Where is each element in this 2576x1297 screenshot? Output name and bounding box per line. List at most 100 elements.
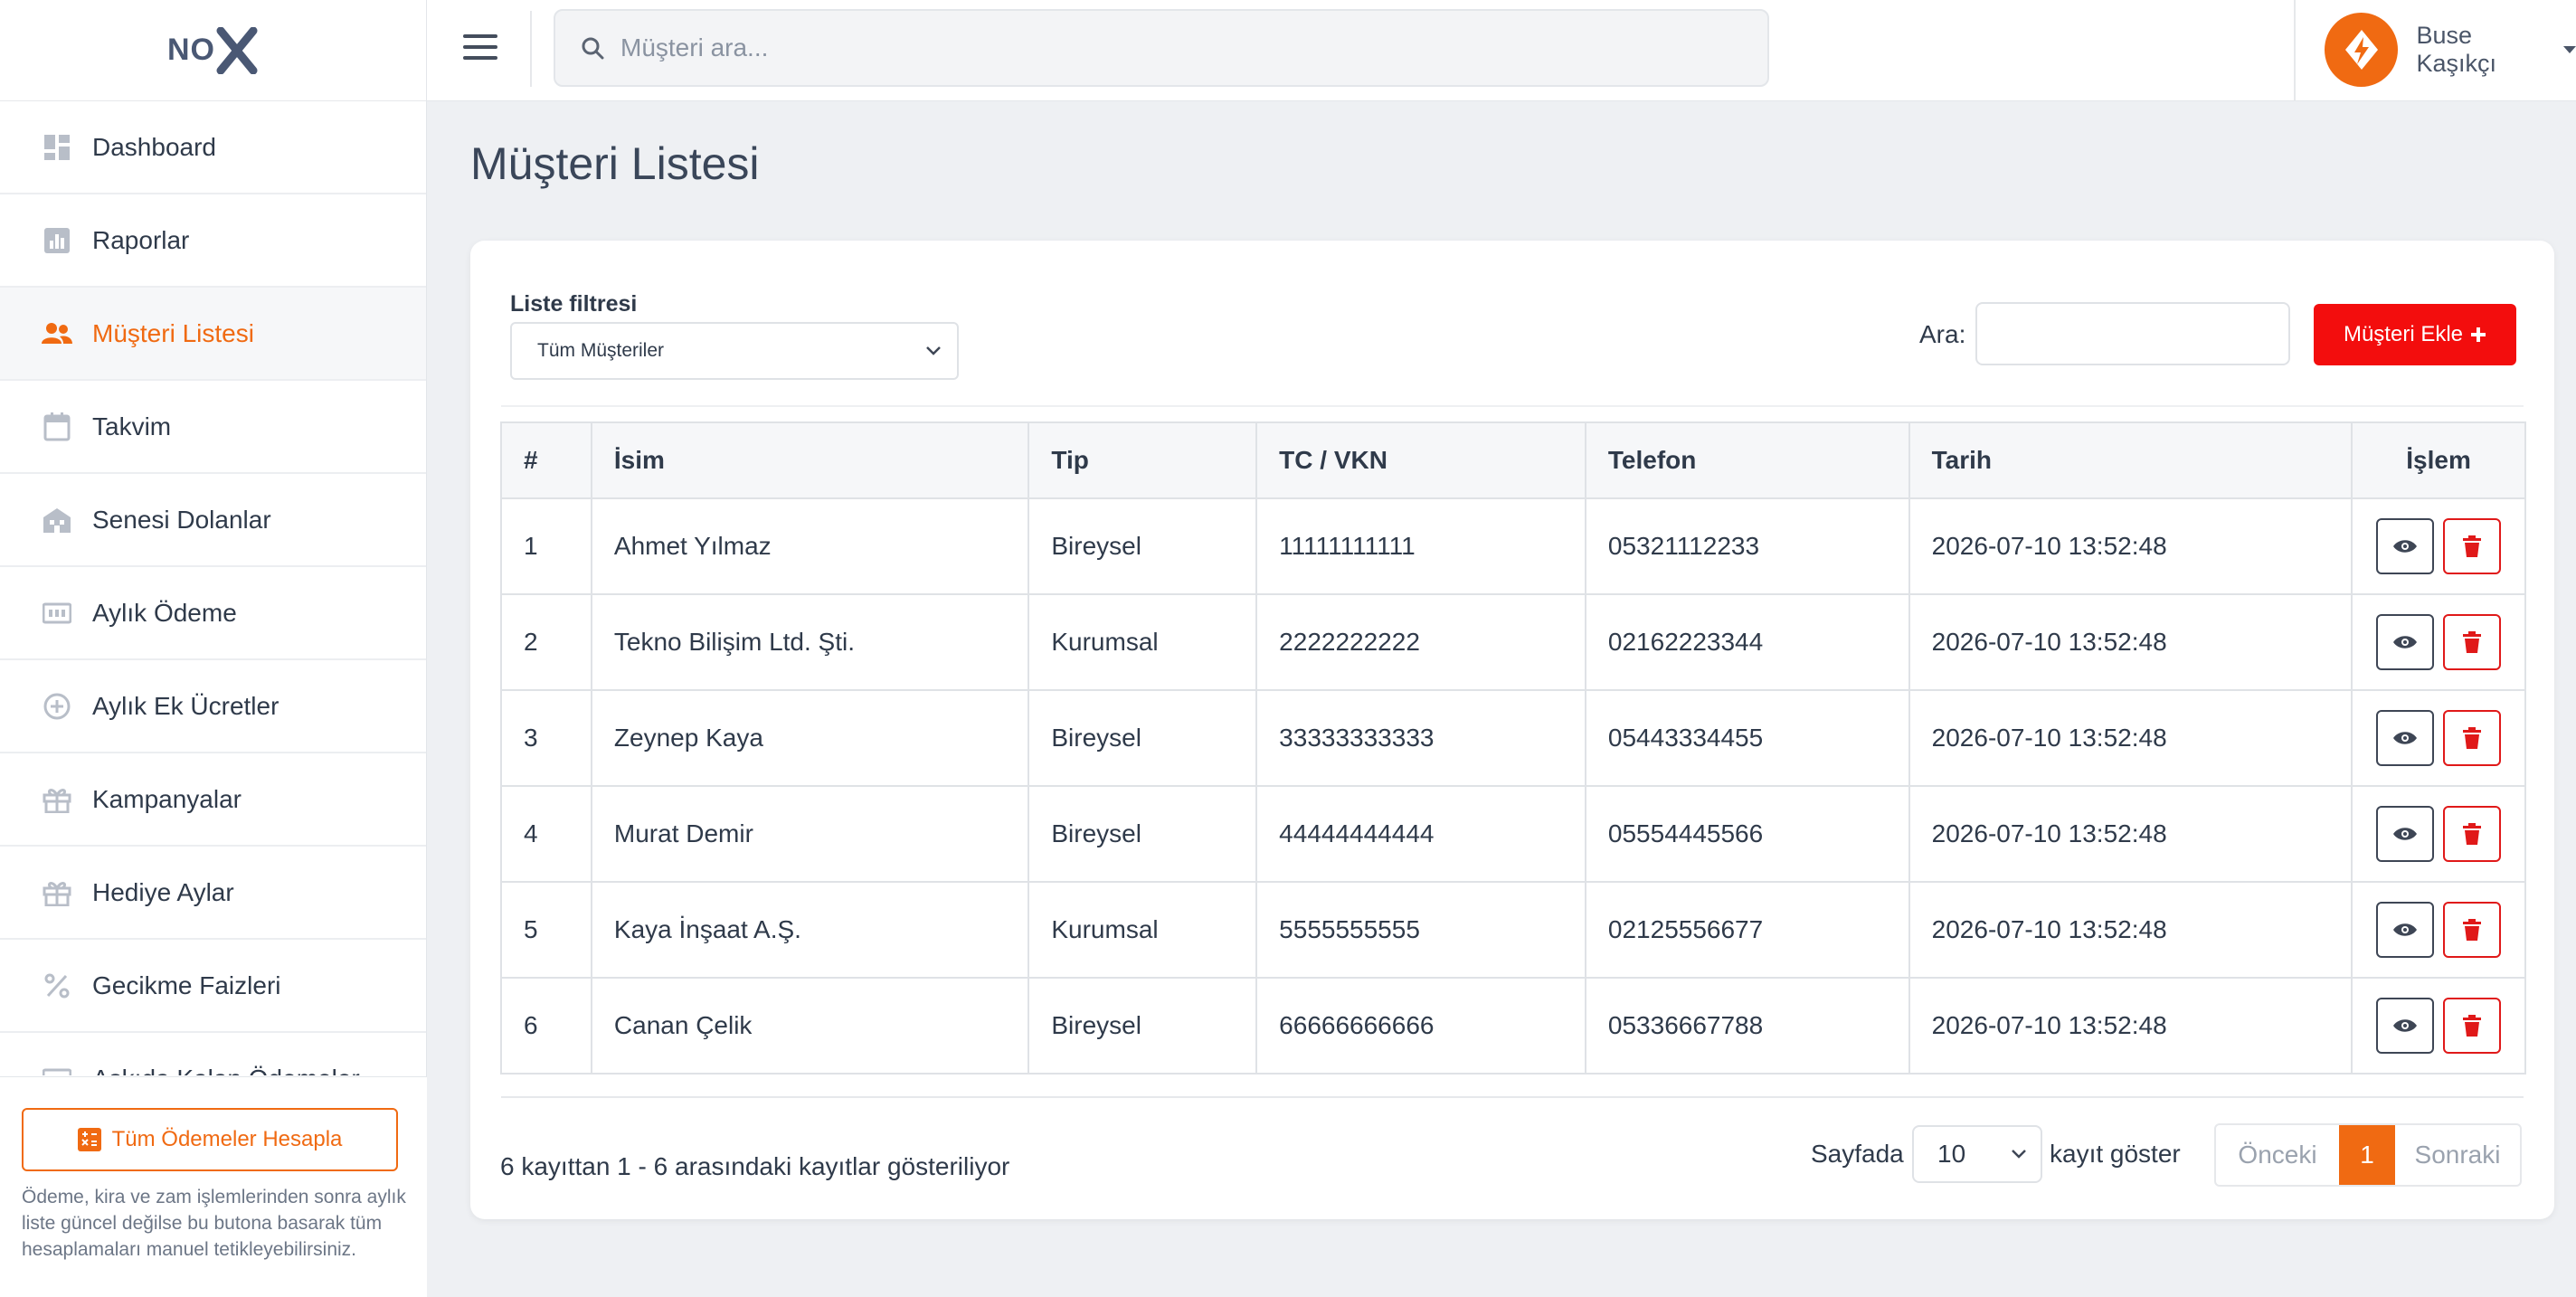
divider: [501, 1096, 2524, 1098]
logo-x-icon: [216, 26, 258, 74]
logo[interactable]: NO: [167, 26, 259, 74]
column-header-name[interactable]: İsim: [590, 421, 1030, 499]
delete-button[interactable]: [2443, 902, 2502, 958]
eye-icon: [2393, 540, 2418, 553]
calculate-all-payments-button[interactable]: Tüm Ödemeler Hesapla: [22, 1108, 398, 1171]
cell-actions: [2351, 881, 2526, 979]
user-menu[interactable]: Buse Kaşıkçı: [2325, 11, 2576, 89]
trash-icon: [2463, 919, 2482, 941]
sidebar-item-label: Hediye Aylar: [92, 877, 234, 906]
column-header-type[interactable]: Tip: [1028, 421, 1258, 499]
trash-icon: [2463, 727, 2482, 749]
table-row: 3 Zeynep Kaya Bireysel 33333333333 05443…: [500, 689, 2526, 787]
divider: [530, 11, 532, 87]
page-title: Müşteri Listesi: [470, 138, 760, 189]
column-header-date[interactable]: Tarih: [1908, 421, 2353, 499]
pagination-page-1[interactable]: 1: [2339, 1125, 2395, 1185]
cell-actions: [2351, 785, 2526, 883]
cell-date: 2026-07-10 13:52:48: [1908, 689, 2353, 787]
global-search: [554, 9, 1769, 87]
topbar: Buse Kaşıkçı: [427, 0, 2576, 101]
cell-phone: 05554445566: [1584, 785, 1910, 883]
search-icon: [582, 37, 604, 60]
table-search-label: Ara:: [1919, 320, 1966, 348]
global-search-input[interactable]: [619, 33, 1708, 63]
cell-date: 2026-07-10 13:52:48: [1908, 785, 2353, 883]
table-row: 6 Canan Çelik Bireysel 66666666666 05336…: [500, 977, 2526, 1075]
cell-name: Murat Demir: [590, 785, 1030, 883]
view-button[interactable]: [2376, 614, 2435, 670]
cell-name: Kaya İnşaat A.Ş.: [590, 881, 1030, 979]
sidebar-item-monthly-extra[interactable]: Aylık Ek Ücretler: [0, 660, 426, 753]
cell-phone: 05321112233: [1584, 497, 1910, 595]
cell-index: 2: [500, 593, 592, 691]
trash-icon: [2463, 1015, 2482, 1037]
sidebar-item-expiring[interactable]: Senesi Dolanlar: [0, 474, 426, 567]
calculator-icon: [77, 1128, 101, 1151]
list-filter-select[interactable]: Tüm Müşteriler: [510, 322, 959, 380]
column-header-phone[interactable]: Telefon: [1584, 421, 1910, 499]
delete-button[interactable]: [2443, 710, 2502, 766]
sidebar-item-label: Takvim: [92, 412, 172, 440]
view-button[interactable]: [2376, 902, 2435, 958]
column-header-index[interactable]: #: [500, 421, 592, 499]
building-icon: [42, 505, 72, 535]
add-customer-button[interactable]: Müşteri Ekle: [2314, 304, 2516, 365]
filter-label: Liste filtresi: [510, 291, 638, 317]
table-row: 2 Tekno Bilişim Ltd. Şti. Kurumsal 22222…: [500, 593, 2526, 691]
page-length-value: 10: [1937, 1140, 1966, 1168]
cell-type: Kurumsal: [1028, 593, 1258, 691]
divider: [501, 405, 2524, 407]
delete-button[interactable]: [2443, 806, 2502, 862]
calculate-note: Ödeme, kira ve zam işlemlerinden sonra a…: [22, 1187, 406, 1260]
table-search-input[interactable]: [1975, 302, 2290, 365]
sidebar-footer: Tüm Ödemeler Hesapla Ödeme, kira ve zam …: [0, 1076, 427, 1297]
chevron-down-icon: [926, 346, 941, 355]
sidebar-item-customer-list[interactable]: Müşteri Listesi: [0, 288, 426, 381]
menu-toggle-icon[interactable]: [463, 34, 497, 65]
cell-index: 5: [500, 881, 592, 979]
cell-actions: [2351, 977, 2526, 1075]
trash-icon: [2463, 535, 2482, 557]
user-name: Buse Kaşıkçı: [2416, 22, 2496, 77]
view-button[interactable]: [2376, 710, 2435, 766]
percent-icon: [42, 970, 72, 1001]
cell-date: 2026-07-10 13:52:48: [1908, 977, 2353, 1075]
page-length-select[interactable]: 10: [1912, 1125, 2042, 1183]
sidebar-item-campaigns[interactable]: Kampanyalar: [0, 753, 426, 847]
cell-phone: 05336667788: [1584, 977, 1910, 1075]
sidebar-item-suspended-payments[interactable]: Askıda Kalan Ödemeler: [0, 1033, 426, 1075]
sidebar: NO Dashboard Raporlar Müşteri Listesi Ta…: [0, 0, 427, 1297]
sidebar-item-calendar[interactable]: Takvim: [0, 381, 426, 474]
avatar: [2325, 13, 2399, 87]
delete-button[interactable]: [2443, 614, 2502, 670]
sidebar-item-gift-months[interactable]: Hediye Aylar: [0, 847, 426, 940]
cell-name: Tekno Bilişim Ltd. Şti.: [590, 593, 1030, 691]
sidebar-item-label: Aylık Ek Ücretler: [92, 691, 279, 720]
sidebar-item-monthly-payment[interactable]: Aylık Ödeme: [0, 567, 426, 660]
sidebar-item-label: Aylık Ödeme: [92, 598, 237, 627]
delete-button[interactable]: [2443, 518, 2502, 574]
cell-index: 1: [500, 497, 592, 595]
sidebar-item-reports[interactable]: Raporlar: [0, 194, 426, 288]
view-button[interactable]: [2376, 998, 2435, 1054]
delete-button[interactable]: [2443, 998, 2502, 1054]
users-icon: [42, 318, 72, 349]
column-header-tc-vkn[interactable]: TC / VKN: [1255, 421, 1586, 499]
sidebar-item-late-interest[interactable]: Gecikme Faizleri: [0, 940, 426, 1033]
cell-actions: [2351, 689, 2526, 787]
dashboard-icon: [42, 132, 72, 163]
sidebar-item-label: Kampanyalar: [92, 784, 242, 813]
cell-date: 2026-07-10 13:52:48: [1908, 497, 2353, 595]
pagination-previous[interactable]: Önceki: [2216, 1125, 2339, 1185]
pagination-next[interactable]: Sonraki: [2395, 1125, 2520, 1185]
divider: [2294, 0, 2296, 101]
sidebar-item-label: Raporlar: [92, 225, 190, 254]
cell-tc-vkn: 5555555555: [1255, 881, 1586, 979]
sidebar-item-dashboard[interactable]: Dashboard: [0, 101, 426, 194]
gift-icon: [42, 784, 72, 815]
view-button[interactable]: [2376, 518, 2435, 574]
cell-tc-vkn: 33333333333: [1255, 689, 1586, 787]
logo-area: NO: [0, 0, 426, 101]
view-button[interactable]: [2376, 806, 2435, 862]
